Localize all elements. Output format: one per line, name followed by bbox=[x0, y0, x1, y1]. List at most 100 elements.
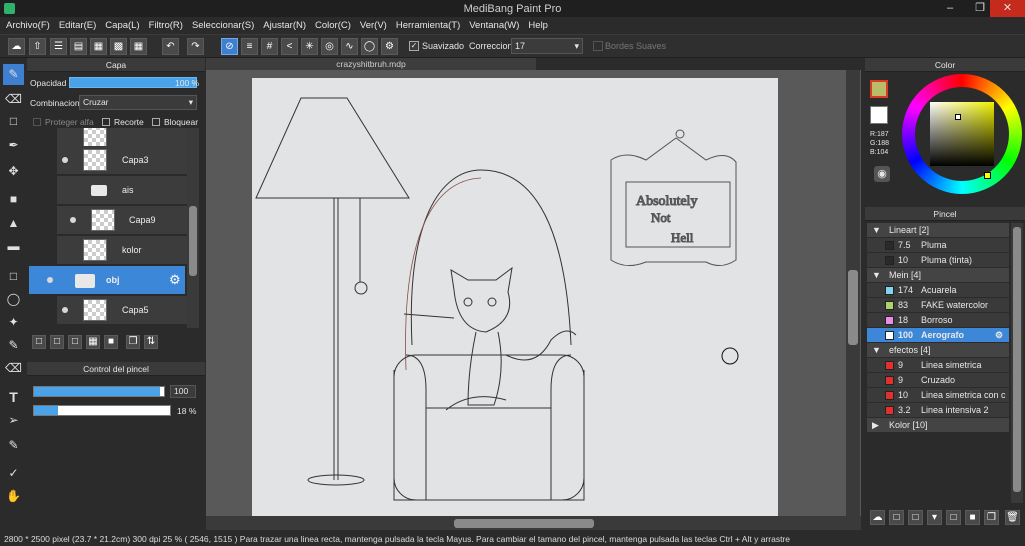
correction-select[interactable]: 17 ▾ bbox=[511, 38, 583, 54]
comment-icon[interactable]: ☰ bbox=[50, 38, 67, 55]
saturation-value-box[interactable] bbox=[930, 102, 994, 166]
eye-icon[interactable] bbox=[62, 307, 68, 313]
brush-item[interactable]: 83 FAKE watercolor bbox=[867, 298, 1009, 313]
palette-icon[interactable]: ◉ bbox=[874, 166, 890, 182]
brush-item[interactable]: 7.5 Pluma bbox=[867, 238, 1009, 253]
new-layer-1bit-icon[interactable]: □ bbox=[68, 335, 82, 349]
menu-filtro[interactable]: Filtro(R) bbox=[149, 20, 183, 31]
soft-edges-checkbox[interactable] bbox=[593, 41, 603, 51]
smooth-checkbox[interactable]: ✓ bbox=[409, 41, 419, 51]
fill-tool-icon[interactable]: ■ bbox=[3, 189, 24, 210]
hue-marker[interactable] bbox=[984, 172, 991, 179]
snap-off-icon[interactable]: ⊘ bbox=[221, 38, 238, 55]
undo-icon[interactable]: ↶ bbox=[162, 38, 179, 55]
brush-item[interactable]: 3.2 Linea intensiva 2 bbox=[867, 403, 1009, 418]
duplicate-brush-icon[interactable]: ❐ bbox=[984, 510, 999, 525]
brush-item[interactable]: 9 Cruzado bbox=[867, 373, 1009, 388]
clipping-checkbox[interactable] bbox=[102, 118, 110, 126]
menu-help[interactable]: Help bbox=[528, 20, 548, 31]
brush-item[interactable]: 10 Pluma (tinta) bbox=[867, 253, 1009, 268]
rectangle-tool-icon[interactable]: □ bbox=[3, 111, 24, 132]
secondary-color-swatch[interactable] bbox=[870, 106, 888, 124]
layer-row[interactable]: Capa5 bbox=[57, 296, 187, 325]
canvas-vertical-scrollbar[interactable] bbox=[846, 70, 860, 516]
menu-capa[interactable]: Capa(L) bbox=[105, 20, 139, 31]
menu-editar[interactable]: Editar(E) bbox=[59, 20, 96, 31]
cloud-brush-icon[interactable]: ☁ bbox=[870, 510, 885, 525]
brush-folder-icon[interactable]: ■ bbox=[965, 510, 980, 525]
text-tool-icon[interactable]: T bbox=[3, 387, 24, 408]
eraser-tool-icon[interactable]: ⌫ bbox=[3, 89, 24, 110]
select-eraser-icon[interactable]: ⌫ bbox=[3, 358, 24, 379]
operation-tool-icon[interactable]: ➢ bbox=[3, 410, 24, 431]
color-picker-marker[interactable] bbox=[955, 114, 961, 120]
bucket-tool-icon[interactable]: ▲ bbox=[3, 213, 24, 234]
merge-layer-icon[interactable]: ⇅ bbox=[144, 335, 158, 349]
chevron-down-icon[interactable]: ▼ bbox=[872, 268, 881, 283]
new-layer-8bit-icon[interactable]: □ bbox=[50, 335, 64, 349]
layer-row-selected[interactable]: obj ⚙ bbox=[29, 266, 185, 295]
protect-alpha-checkbox[interactable] bbox=[33, 118, 41, 126]
crosshair-snap-icon[interactable]: # bbox=[261, 38, 278, 55]
hand-tool-icon[interactable]: ✋ bbox=[3, 486, 24, 507]
brush-item[interactable]: 174 Acuarela bbox=[867, 283, 1009, 298]
brush-scrollbar[interactable] bbox=[1011, 223, 1023, 503]
pen-tool-icon[interactable]: ✒ bbox=[3, 135, 24, 156]
brush-item-selected[interactable]: 100 Aerografo ⚙ bbox=[867, 328, 1009, 343]
curve-snap-icon[interactable]: ∿ bbox=[341, 38, 358, 55]
menu-seleccionar[interactable]: Seleccionar(S) bbox=[192, 20, 254, 31]
brush-options-icon[interactable]: ▾ bbox=[927, 510, 942, 525]
scrollbar-thumb[interactable] bbox=[454, 519, 594, 528]
new-halftone-layer-icon[interactable]: ▦ bbox=[86, 335, 100, 349]
brush-group[interactable]: ▼ Lineart [2] bbox=[867, 223, 1009, 238]
vanishing-snap-icon[interactable]: < bbox=[281, 38, 298, 55]
chevron-down-icon[interactable]: ▼ bbox=[872, 343, 881, 358]
primary-color-swatch[interactable] bbox=[870, 80, 888, 98]
eye-icon[interactable] bbox=[70, 217, 76, 223]
settings-snap-icon[interactable]: ⚙ bbox=[381, 38, 398, 55]
layer-row[interactable]: ais bbox=[57, 176, 187, 205]
page-icon[interactable]: ▦ bbox=[90, 38, 107, 55]
brush-opacity-slider[interactable] bbox=[33, 405, 171, 416]
brush-item[interactable]: 10 Linea simetrica con c bbox=[867, 388, 1009, 403]
hue-wheel[interactable] bbox=[902, 74, 1022, 194]
redo-icon[interactable]: ↷ bbox=[187, 38, 204, 55]
radial-snap-icon[interactable]: ✳ bbox=[301, 38, 318, 55]
chat-icon[interactable]: ▤ bbox=[70, 38, 87, 55]
menu-ventana[interactable]: Ventana(W) bbox=[469, 20, 519, 31]
grid-icon[interactable]: ▦ bbox=[130, 38, 147, 55]
menu-ajustar[interactable]: Ajustar(N) bbox=[263, 20, 306, 31]
brush-size-value[interactable]: 100 bbox=[170, 385, 196, 398]
gear-icon[interactable]: ⚙ bbox=[995, 328, 1003, 343]
duplicate-layer-icon[interactable]: ❐ bbox=[126, 335, 140, 349]
parallel-snap-icon[interactable]: ≡ bbox=[241, 38, 258, 55]
menu-herramienta[interactable]: Herramienta(T) bbox=[396, 20, 460, 31]
minimize-button[interactable]: – bbox=[935, 0, 965, 17]
magic-wand-icon[interactable]: ✦ bbox=[3, 312, 24, 333]
brush-group[interactable]: ▼ efectos [4] bbox=[867, 343, 1009, 358]
menu-ver[interactable]: Ver(V) bbox=[360, 20, 387, 31]
select-tool-icon[interactable]: □ bbox=[3, 266, 24, 287]
move-tool-icon[interactable]: ✥ bbox=[3, 161, 24, 182]
layer-row[interactable]: Capa3 bbox=[57, 146, 187, 175]
brush-copy-icon[interactable]: □ bbox=[946, 510, 961, 525]
brush-tool-icon[interactable]: ✎ bbox=[3, 64, 24, 85]
brush-group[interactable]: ▼ Mein [4] bbox=[867, 268, 1009, 283]
menu-archivo[interactable]: Archivo(F) bbox=[6, 20, 50, 31]
concentric-snap-icon[interactable]: ◎ bbox=[321, 38, 338, 55]
canvas-horizontal-scrollbar[interactable] bbox=[206, 516, 861, 530]
eyedropper-icon[interactable]: ✓ bbox=[3, 463, 24, 484]
cloud-icon[interactable]: ☁ bbox=[8, 38, 25, 55]
divide-tool-icon[interactable]: ✎ bbox=[3, 435, 24, 456]
menu-color[interactable]: Color(C) bbox=[315, 20, 351, 31]
canvas-area[interactable]: Absolutely Not Hell bbox=[206, 70, 861, 517]
artwork-canvas[interactable]: Absolutely Not Hell bbox=[206, 70, 861, 517]
brush-group[interactable]: ▶ Kolor [10] bbox=[867, 418, 1009, 433]
scrollbar-thumb[interactable] bbox=[1013, 227, 1021, 492]
scrollbar-thumb[interactable] bbox=[848, 270, 858, 345]
new-folder-icon[interactable]: ■ bbox=[104, 335, 118, 349]
layer-scrollbar[interactable] bbox=[187, 128, 199, 328]
eye-icon[interactable] bbox=[47, 277, 53, 283]
chevron-right-icon[interactable]: ▶ bbox=[872, 418, 879, 433]
brush-size-slider[interactable] bbox=[33, 386, 165, 397]
